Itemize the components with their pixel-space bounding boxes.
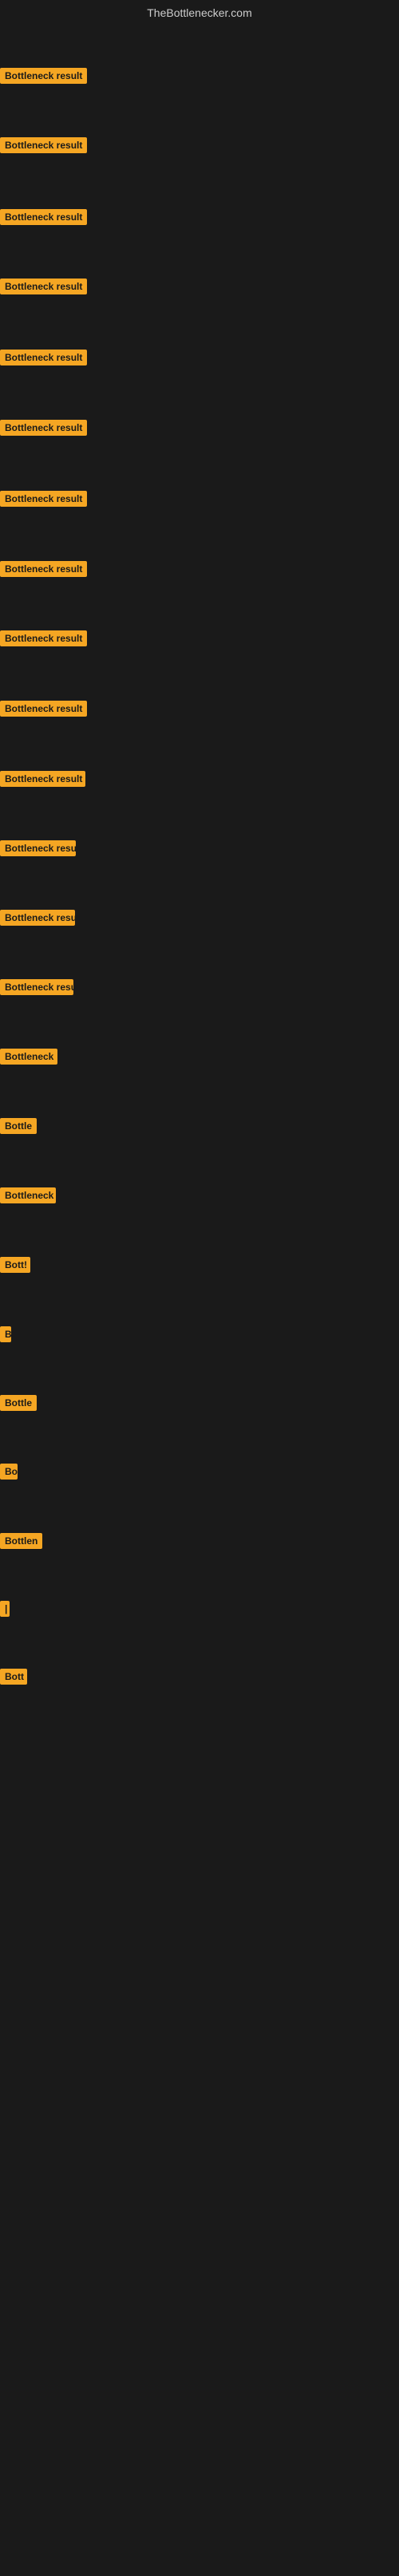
bottleneck-label: Bottle — [0, 1118, 37, 1134]
bottleneck-result-row: Bottlen — [0, 1533, 42, 1553]
bottleneck-label: Bottleneck result — [0, 771, 85, 787]
bottleneck-result-row: Bottleneck — [0, 1187, 56, 1207]
bottleneck-result-row: Bottleneck result — [0, 491, 87, 511]
bottleneck-result-row: Bottleneck resu — [0, 979, 73, 999]
bottleneck-label: Bottleneck resu — [0, 840, 76, 856]
bottleneck-label: B — [0, 1326, 11, 1342]
bottleneck-label: Bottleneck — [0, 1049, 57, 1065]
bottleneck-result-row: Bottleneck result — [0, 561, 87, 581]
bottleneck-label: Bottleneck result — [0, 561, 87, 577]
bottleneck-label: Bottleneck result — [0, 630, 87, 646]
bottleneck-label: Bottleneck result — [0, 137, 87, 153]
bottleneck-label: Bott — [0, 1669, 27, 1685]
bottleneck-result-row: Bottleneck result — [0, 137, 87, 157]
site-title: TheBottlenecker.com — [0, 0, 399, 22]
bottleneck-result-row: Bottle — [0, 1395, 37, 1415]
bottleneck-result-row: Bottleneck result — [0, 771, 85, 791]
bottleneck-result-row: Bo — [0, 1464, 18, 1484]
bottleneck-result-row: Bottleneck resu — [0, 840, 76, 860]
bottleneck-label: Bottleneck result — [0, 491, 87, 507]
bottleneck-result-row: Bottleneck result — [0, 68, 87, 88]
bottleneck-result-row: Bott! — [0, 1257, 30, 1277]
bottleneck-result-row: Bottleneck result — [0, 350, 87, 369]
bottleneck-label: Bottleneck resu — [0, 910, 75, 926]
bottleneck-result-row: Bottle — [0, 1118, 37, 1138]
bottleneck-result-row: Bottleneck result — [0, 209, 87, 229]
bottleneck-result-row: Bottleneck result — [0, 420, 87, 440]
bottleneck-label: Bottleneck result — [0, 350, 87, 365]
bottleneck-label: Bottleneck resu — [0, 979, 73, 995]
bottleneck-label: Bottleneck result — [0, 209, 87, 225]
bottleneck-label: Bott! — [0, 1257, 30, 1273]
bottleneck-result-row: Bott — [0, 1669, 27, 1689]
bottleneck-result-row: Bottleneck — [0, 1049, 57, 1069]
bottleneck-label: Bottleneck — [0, 1187, 56, 1203]
bottleneck-label: Bottleneck result — [0, 68, 87, 84]
bottleneck-label: Bottle — [0, 1395, 37, 1411]
bottleneck-label: Bottleneck result — [0, 701, 87, 717]
bottleneck-label: | — [0, 1601, 10, 1617]
bottleneck-label: Bo — [0, 1464, 18, 1480]
bottleneck-result-row: Bottleneck resu — [0, 910, 75, 930]
bottleneck-label: Bottlen — [0, 1533, 42, 1549]
bottleneck-label: Bottleneck result — [0, 420, 87, 436]
bottleneck-result-row: B — [0, 1326, 11, 1346]
bottleneck-result-row: Bottleneck result — [0, 279, 87, 298]
bottleneck-result-row: Bottleneck result — [0, 630, 87, 650]
bottleneck-label: Bottleneck result — [0, 279, 87, 294]
bottleneck-result-row: | — [0, 1601, 10, 1621]
bottleneck-result-row: Bottleneck result — [0, 701, 87, 721]
